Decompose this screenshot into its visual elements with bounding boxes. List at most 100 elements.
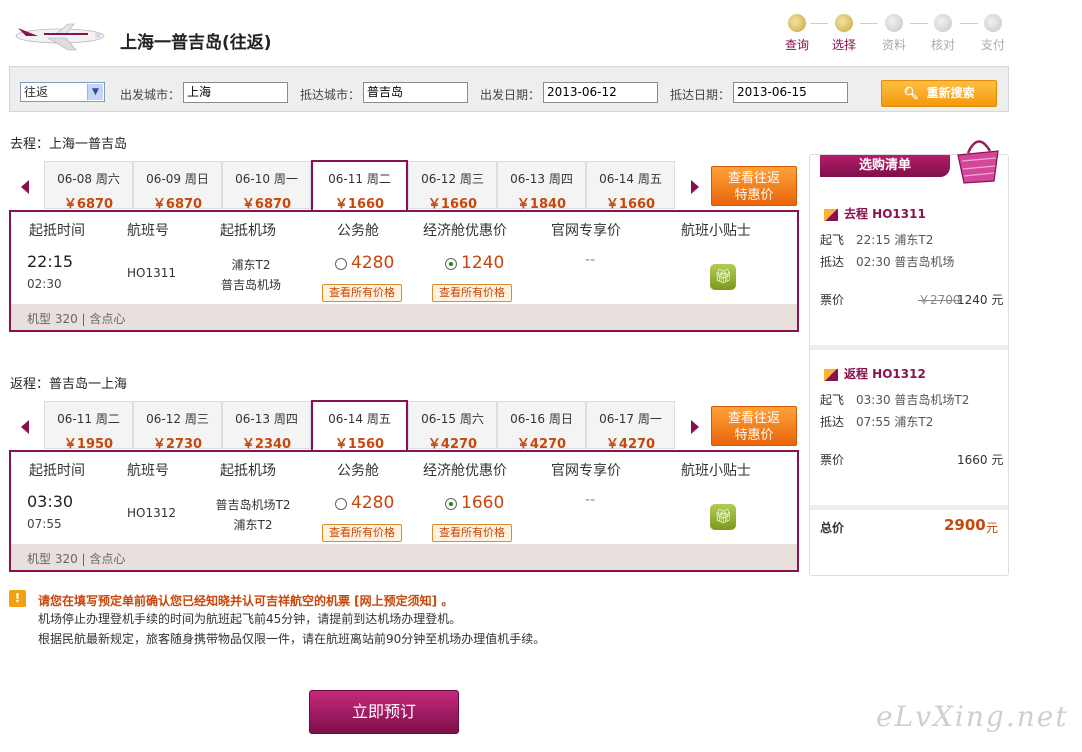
outbound-prev-arrow-icon[interactable]: [21, 180, 29, 194]
date-tab-selected[interactable]: 06-14 周五 ￥1560: [311, 400, 408, 452]
step-coin-icon: [885, 14, 903, 32]
step-coin-icon: [984, 14, 1002, 32]
return-next-arrow-icon[interactable]: [691, 420, 699, 434]
dep-airport: 普吉岛机场T2: [215, 498, 291, 512]
progress-steps: 查询 选择 资料 核对 支付: [780, 14, 1010, 54]
step-coin-icon: [788, 14, 806, 32]
economy-all-prices-button[interactable]: 查看所有价格: [432, 524, 512, 542]
cart-title: 选购清单: [820, 155, 950, 177]
web-price: --: [585, 252, 596, 268]
step-select: 选择: [827, 14, 861, 53]
depart-date-label: 出发日期：: [480, 88, 541, 102]
date-tab-selected[interactable]: 06-11 周二 ￥1660: [311, 160, 408, 212]
notice-line1: 机场停止办理登机手续的时间为航班起飞前45分钟，请提前到达机场办理登机。: [38, 612, 462, 626]
watermark: eLvXing.net: [876, 700, 1069, 733]
warning-icon: !: [9, 590, 26, 607]
search-icon: 🔍︎: [903, 86, 919, 100]
economy-all-prices-button[interactable]: 查看所有价格: [432, 284, 512, 302]
depart-date-input[interactable]: 2013-06-12: [543, 82, 658, 103]
cart-outbound-head: 去程 HO1311: [824, 205, 926, 222]
date-tab[interactable]: 06-12 周三 ￥1660: [408, 161, 497, 212]
dep-time: 22:15: [27, 252, 74, 271]
step-pay: 支付: [976, 14, 1010, 53]
business-radio[interactable]: [335, 258, 347, 270]
depart-city-input[interactable]: 上海: [183, 82, 288, 103]
business-price: 4280: [351, 253, 395, 273]
date-tab[interactable]: 06-11 周二 ￥1950: [44, 401, 133, 452]
table-row: 22:15 02:30 HO1311 浦东T2 普吉岛机场 4280 查看所有价…: [11, 244, 797, 304]
economy-radio[interactable]: [445, 258, 457, 270]
date-tab[interactable]: 06-17 周一 ￥4270: [586, 401, 675, 452]
return-prev-arrow-icon[interactable]: [21, 420, 29, 434]
return-label: 返程：普吉岛一上海: [10, 377, 128, 392]
out-price: 1240 元: [957, 293, 1004, 307]
depart-city-label: 出发城市：: [120, 88, 181, 102]
arr-time: 02:30: [27, 277, 62, 291]
book-now-button[interactable]: 立即预订: [309, 690, 459, 734]
flight-footer: 机型 320 | 含点心: [11, 304, 797, 330]
total-price: 2900: [944, 516, 986, 534]
business-all-prices-button[interactable]: 查看所有价格: [322, 524, 402, 542]
web-price: --: [585, 492, 596, 508]
economy-price: 1240: [461, 253, 505, 273]
arr-airport: 浦东T2: [233, 518, 273, 532]
old-price: ￥2700: [918, 293, 961, 307]
outbound-promo-button[interactable]: 查看往返 特惠价: [711, 166, 797, 206]
outbound-flight-table: 起抵时间 航班号 起抵机场 公务舱 经济舱优惠价 官网专享价 航班小贴士 22:…: [9, 210, 799, 332]
dep-time: 03:30: [27, 492, 74, 511]
date-tab[interactable]: 06-13 周四 ￥2340: [222, 401, 311, 452]
date-tab[interactable]: 06-08 周六 ￥6870: [44, 161, 133, 212]
flight-number: HO1311: [127, 266, 177, 280]
notice-line2: 根据民航最新规定，旅客随身携带物品仅限一件，请在航班离站前90分钟至机场办理值机…: [38, 632, 546, 646]
notice-main: 请您在填写预定单前确认您已经知晓并认可吉祥航空的机票 [网上预定须知] 。: [38, 594, 454, 608]
business-all-prices-button[interactable]: 查看所有价格: [322, 284, 402, 302]
ret-price: 1660 元: [957, 453, 1004, 467]
step-info: 资料: [877, 14, 911, 53]
economy-radio[interactable]: [445, 498, 457, 510]
arrive-city-label: 抵达城市：: [300, 88, 361, 102]
outbound-label: 去程：上海一普吉岛: [10, 137, 128, 152]
trip-type-select[interactable]: 往返 ▼: [20, 82, 105, 102]
research-button[interactable]: 🔍︎ 重新搜索: [881, 80, 997, 107]
airline-tail-icon: [824, 208, 838, 221]
date-tab[interactable]: 06-16 周日 ￥4270: [497, 401, 586, 452]
dep-airport: 浦东T2: [231, 258, 271, 272]
airline-logo-plane: [8, 14, 108, 54]
step-query: 查询: [780, 14, 814, 53]
airline-tail-icon: [824, 368, 838, 381]
cart-return-head: 返程 HO1312: [824, 365, 926, 382]
basket-icon: [950, 129, 1006, 189]
return-promo-button[interactable]: 查看往返 特惠价: [711, 406, 797, 446]
date-tab[interactable]: 06-14 周五 ￥1660: [586, 161, 675, 212]
arr-time: 07:55: [27, 517, 62, 531]
table-header: 起抵时间 航班号 起抵机场 公务舱 经济舱优惠价 官网专享价 航班小贴士: [11, 212, 797, 244]
arrive-date-input[interactable]: 2013-06-15: [733, 82, 848, 103]
arrive-date-label: 抵达日期：: [670, 88, 731, 102]
return-date-tabs: 06-11 周二 ￥1950 06-12 周三 ￥2730 06-13 周四 ￥234…: [44, 400, 676, 452]
page-title: 上海一普吉岛(往返): [120, 33, 272, 53]
outbound-next-arrow-icon[interactable]: [691, 180, 699, 194]
date-tab[interactable]: 06-12 周三 ￥2730: [133, 401, 222, 452]
search-bar: 往返 ▼ 出发城市： 上海 抵达城市： 普吉岛 出发日期： 2013-06-12 …: [9, 66, 1009, 112]
table-row: 03:30 07:55 HO1312 普吉岛机场T2 浦东T2 4280 查看所…: [11, 484, 797, 544]
gift-icon[interactable]: 🎁︎: [710, 504, 736, 530]
flight-number: HO1312: [127, 506, 177, 520]
business-radio[interactable]: [335, 498, 347, 510]
gift-icon[interactable]: 🎁︎: [710, 264, 736, 290]
step-coin-icon: [835, 14, 853, 32]
date-tab[interactable]: 06-09 周日 ￥6870: [133, 161, 222, 212]
step-coin-icon: [934, 14, 952, 32]
arr-airport: 普吉岛机场: [220, 278, 281, 292]
economy-price: 1660: [461, 493, 505, 513]
shopping-cart-panel: 选购清单 去程 HO1311 起飞 22:15 浦东T2 抵达 02:30 普吉…: [809, 140, 1009, 576]
outbound-date-tabs: 06-08 周六 ￥6870 06-09 周日 ￥6870 06-10 周一 ￥687…: [44, 160, 676, 212]
date-tab[interactable]: 06-15 周六 ￥4270: [408, 401, 497, 452]
table-header: 起抵时间 航班号 起抵机场 公务舱 经济舱优惠价 官网专享价 航班小贴士: [11, 452, 797, 484]
return-flight-table: 起抵时间 航班号 起抵机场 公务舱 经济舱优惠价 官网专享价 航班小贴士 03:…: [9, 450, 799, 572]
date-tab[interactable]: 06-10 周一 ￥6870: [222, 161, 311, 212]
date-tab[interactable]: 06-13 周四 ￥1840: [497, 161, 586, 212]
arrive-city-input[interactable]: 普吉岛: [363, 82, 468, 103]
chevron-down-icon: ▼: [87, 84, 103, 100]
flight-footer: 机型 320 | 含点心: [11, 544, 797, 570]
business-price: 4280: [351, 493, 395, 513]
